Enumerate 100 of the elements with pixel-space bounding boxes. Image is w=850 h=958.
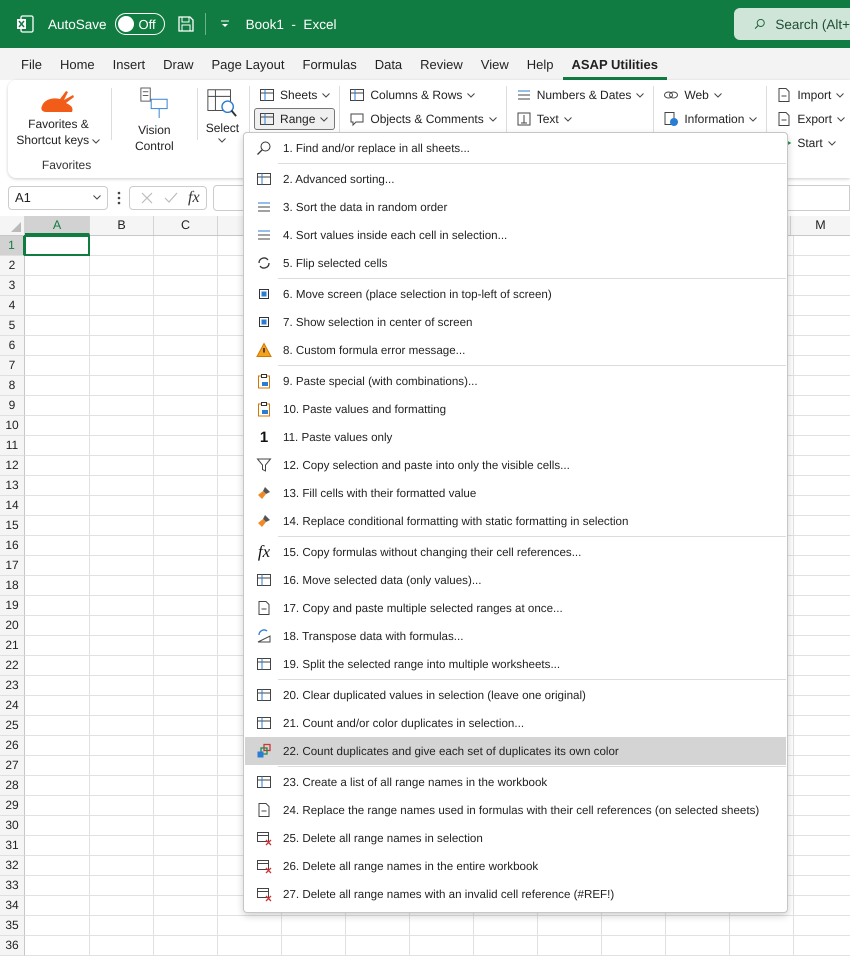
ribbon-tab[interactable]: Review bbox=[411, 52, 472, 80]
row-header[interactable]: 25 bbox=[0, 716, 25, 736]
active-cell[interactable] bbox=[24, 235, 90, 256]
row-header[interactable]: 18 bbox=[0, 576, 25, 596]
menu-item[interactable]: 13. Fill cells with their formatted value bbox=[245, 479, 786, 507]
menu-item[interactable]: 10. Paste values and formatting bbox=[245, 395, 786, 423]
menu-item[interactable]: 2. Advanced sorting... bbox=[245, 165, 786, 193]
customize-caret-icon[interactable] bbox=[220, 20, 230, 28]
ribbon-button[interactable]: Favorites & Shortcut keys bbox=[8, 84, 109, 160]
ribbon-tab[interactable]: File bbox=[12, 52, 51, 80]
ribbon-button[interactable]: Vision Control bbox=[114, 84, 195, 160]
menu-item[interactable]: 25. Delete all range names in selection bbox=[245, 824, 786, 852]
ribbon-menu-button[interactable]: Import bbox=[771, 84, 850, 106]
row-header[interactable]: 9 bbox=[0, 396, 25, 416]
menu-item[interactable]: 18. Transpose data with formulas... bbox=[245, 622, 786, 650]
menu-item[interactable]: 8. Custom formula error message... bbox=[245, 336, 786, 364]
menu-item[interactable]: 20. Clear duplicated values in selection (leave one original) bbox=[245, 681, 786, 709]
row-header[interactable]: 31 bbox=[0, 836, 25, 856]
row-header[interactable]: 16 bbox=[0, 536, 25, 556]
ribbon-tab[interactable]: Formulas bbox=[294, 52, 366, 80]
menu-item[interactable]: 7. Show selection in center of screen bbox=[245, 308, 786, 336]
row-header[interactable]: 6 bbox=[0, 336, 25, 356]
menu-item[interactable]: 26. Delete all range names in the entire workbook bbox=[245, 852, 786, 880]
row-header[interactable]: 34 bbox=[0, 896, 25, 916]
triangle-icon bbox=[11, 222, 21, 232]
row-header[interactable]: 19 bbox=[0, 596, 25, 616]
ribbon-tab[interactable]: Page Layout bbox=[202, 52, 294, 80]
menu-item[interactable]: 27. Delete all range names with an invalid cell reference (#REF!) bbox=[245, 880, 786, 908]
menu-item[interactable]: fx 15. Copy formulas without changing their cell references... bbox=[245, 538, 786, 566]
ribbon-tab[interactable]: View bbox=[472, 52, 518, 80]
menu-item[interactable]: 21. Count and/or color duplicates in selection... bbox=[245, 709, 786, 737]
row-header[interactable]: 30 bbox=[0, 816, 25, 836]
name-box[interactable]: A1 bbox=[8, 186, 108, 210]
ribbon-button[interactable]: Select bbox=[200, 84, 246, 160]
ribbon-tab[interactable]: Data bbox=[366, 52, 412, 80]
ribbon-menu-button[interactable]: Sheets bbox=[254, 84, 336, 106]
menu-item[interactable]: 4. Sort values inside each cell in selection... bbox=[245, 221, 786, 249]
ribbon-menu-button[interactable]: Objects & Comments bbox=[344, 108, 502, 130]
row-header[interactable]: 10 bbox=[0, 416, 25, 436]
check-icon[interactable] bbox=[164, 190, 178, 204]
row-header[interactable]: 13 bbox=[0, 476, 25, 496]
menu-item[interactable]: 12. Copy selection and paste into only the visible cells... bbox=[245, 451, 786, 479]
menu-item[interactable]: 23. Create a list of all range names in the workbook bbox=[245, 768, 786, 796]
ribbon-tab[interactable]: Help bbox=[518, 52, 562, 80]
row-header[interactable]: 8 bbox=[0, 376, 25, 396]
row-header[interactable]: 5 bbox=[0, 316, 25, 336]
column-header[interactable]: M bbox=[790, 216, 850, 235]
search-field[interactable]: Search (Alt+ bbox=[734, 8, 850, 40]
row-header[interactable]: 28 bbox=[0, 776, 25, 796]
row-header[interactable]: 20 bbox=[0, 616, 25, 636]
column-header[interactable]: B bbox=[90, 216, 154, 235]
ribbon-tab[interactable]: Home bbox=[50, 52, 104, 80]
row-header[interactable]: 7 bbox=[0, 356, 25, 376]
column-header[interactable]: C bbox=[154, 216, 218, 235]
menu-item[interactable]: 9. Paste special (with combinations)... bbox=[245, 367, 786, 395]
ribbon-menu-button[interactable]: Text bbox=[510, 108, 650, 130]
save-icon[interactable] bbox=[176, 15, 195, 33]
menu-item[interactable]: 1 11. Paste values only bbox=[245, 423, 786, 451]
row-header[interactable]: 36 bbox=[0, 936, 25, 956]
ribbon-menu-button[interactable]: Range bbox=[254, 108, 336, 130]
menu-item[interactable]: 3. Sort the data in random order bbox=[245, 193, 786, 221]
row-header[interactable]: 22 bbox=[0, 656, 25, 676]
insert-function-button[interactable]: fx bbox=[188, 188, 200, 206]
menu-item[interactable]: 19. Split the selected range into multiple worksheets... bbox=[245, 650, 786, 678]
row-header[interactable]: 21 bbox=[0, 636, 25, 656]
row-header[interactable]: 4 bbox=[0, 296, 25, 316]
row-header[interactable]: 23 bbox=[0, 676, 25, 696]
row-header[interactable]: 33 bbox=[0, 876, 25, 896]
menu-item[interactable]: 24. Replace the range names used in formulas with their cell references (on selected sheets) bbox=[245, 796, 786, 824]
row-header[interactable]: 15 bbox=[0, 516, 25, 536]
row-header[interactable]: 3 bbox=[0, 276, 25, 296]
menu-item[interactable]: 5. Flip selected cells bbox=[245, 249, 786, 277]
row-header[interactable]: 17 bbox=[0, 556, 25, 576]
ribbon-menu-button[interactable]: Web bbox=[658, 84, 762, 106]
row-header[interactable]: 14 bbox=[0, 496, 25, 516]
menu-item[interactable]: 16. Move selected data (only values)... bbox=[245, 566, 786, 594]
row-header[interactable]: 12 bbox=[0, 456, 25, 476]
document-icon bbox=[776, 111, 792, 127]
row-header[interactable]: 32 bbox=[0, 856, 25, 876]
row-header[interactable]: 26 bbox=[0, 736, 25, 756]
menu-item[interactable]: 17. Copy and paste multiple selected ranges at once... bbox=[245, 594, 786, 622]
row-header[interactable]: 29 bbox=[0, 796, 25, 816]
ribbon-tab[interactable]: Insert bbox=[104, 52, 154, 80]
menu-item[interactable]: 22. Count duplicates and give each set of duplicates its own color bbox=[245, 737, 786, 765]
ribbon-menu-button[interactable]: Information bbox=[658, 108, 762, 130]
ribbon-menu-button[interactable]: Columns & Rows bbox=[344, 84, 502, 106]
row-header[interactable]: 2 bbox=[0, 256, 25, 276]
ribbon-menu-button[interactable]: Export bbox=[771, 108, 850, 130]
autosave-toggle[interactable]: Off bbox=[114, 13, 165, 35]
ribbon-tab[interactable]: Draw bbox=[154, 52, 202, 80]
menu-item[interactable]: 6. Move screen (place selection in top-left of screen) bbox=[245, 280, 786, 308]
row-header[interactable]: 24 bbox=[0, 696, 25, 716]
row-header[interactable]: 11 bbox=[0, 436, 25, 456]
more-icon[interactable] bbox=[117, 190, 121, 204]
table-icon bbox=[256, 687, 272, 703]
row-header[interactable]: 27 bbox=[0, 756, 25, 776]
row-header[interactable]: 35 bbox=[0, 916, 25, 936]
menu-item[interactable]: 14. Replace conditional formatting with static formatting in selection bbox=[245, 507, 786, 535]
menu-item[interactable]: 1. Find and/or replace in all sheets... bbox=[245, 134, 786, 162]
ribbon-menu-button[interactable]: Numbers & Dates bbox=[510, 84, 650, 106]
